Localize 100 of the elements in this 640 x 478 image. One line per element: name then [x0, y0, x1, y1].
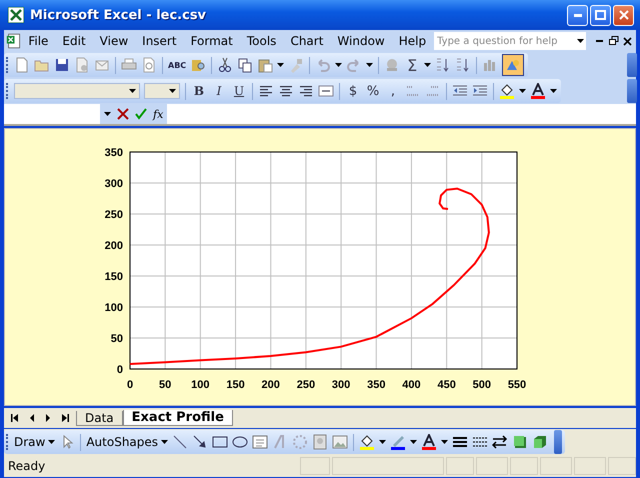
maximize-icon	[595, 10, 606, 20]
caret-icon[interactable]	[169, 89, 176, 93]
x-axis-label: 400	[402, 379, 421, 391]
caret-icon[interactable]	[335, 63, 342, 67]
status-text: Ready	[7, 459, 46, 473]
arrow-icon[interactable]	[192, 434, 208, 450]
cancel-icon[interactable]	[117, 108, 129, 120]
x-axis-label: 450	[437, 379, 456, 391]
align-center-icon[interactable]	[278, 83, 294, 99]
menu-item[interactable]: View	[92, 34, 136, 48]
fill-color-icon[interactable]	[359, 434, 376, 450]
italic-button[interactable]: I	[211, 84, 227, 98]
save-icon[interactable]	[54, 57, 70, 73]
x-axis-label: 500	[472, 379, 491, 391]
caret-icon[interactable]	[161, 440, 168, 444]
insert-function-button[interactable]: fx	[153, 108, 164, 120]
x-axis-label: 0	[126, 379, 134, 391]
excel-logo-icon	[8, 7, 24, 23]
caret-icon[interactable]	[519, 89, 526, 93]
research-icon[interactable]	[190, 57, 206, 73]
shadow-icon[interactable]	[512, 434, 528, 450]
caret-icon[interactable]	[48, 440, 56, 444]
sort-ascending-icon[interactable]	[435, 57, 452, 73]
caret-icon[interactable]	[366, 63, 374, 67]
status-panel	[446, 457, 474, 475]
caret-icon[interactable]	[379, 440, 386, 444]
rectangle-icon[interactable]	[212, 434, 228, 450]
drawing-icon[interactable]	[505, 57, 522, 73]
caret-icon[interactable]	[424, 63, 432, 67]
percent-button[interactable]: %	[365, 84, 381, 98]
sheet-tab[interactable]: Data	[76, 410, 123, 426]
first-sheet-icon[interactable]	[10, 414, 20, 422]
new-file-icon[interactable]	[14, 57, 30, 73]
caret-icon[interactable]	[129, 89, 136, 93]
line-style-icon[interactable]	[452, 434, 468, 450]
oval-icon[interactable]	[232, 434, 248, 450]
window-title: Microsoft Excel - lec.csv	[30, 8, 206, 22]
3d-icon[interactable]	[532, 434, 548, 450]
caret-icon[interactable]	[277, 63, 284, 67]
caret-icon[interactable]	[576, 39, 584, 43]
status-panel	[540, 457, 572, 475]
font-size-dropdown[interactable]	[144, 83, 180, 99]
y-axis-label: 200	[104, 240, 123, 252]
menu-item[interactable]: Format	[184, 34, 240, 48]
font-color-icon[interactable]	[530, 83, 546, 99]
text-box-icon[interactable]	[252, 434, 268, 450]
close-button[interactable]	[613, 4, 634, 26]
status-panel	[300, 457, 330, 475]
fill-color-icon[interactable]	[499, 83, 515, 99]
picture-icon[interactable]	[332, 434, 348, 450]
caret-icon[interactable]	[550, 89, 557, 93]
minimize-icon	[596, 40, 604, 42]
checkmark-icon[interactable]	[135, 108, 147, 120]
previous-sheet-icon[interactable]	[28, 414, 36, 422]
print-preview-icon[interactable]	[141, 57, 157, 73]
line-color-icon[interactable]	[390, 434, 406, 450]
sort-descending-icon[interactable]	[455, 57, 472, 73]
x-axis-label: 300	[332, 379, 350, 391]
menu-item[interactable]: Insert	[135, 34, 184, 48]
paste-icon[interactable]	[257, 57, 274, 73]
menu-item[interactable]: Chart	[283, 34, 330, 48]
y-axis-label: 150	[104, 271, 123, 283]
font-color-icon[interactable]	[421, 434, 438, 450]
spelling-button[interactable]: ABC	[168, 60, 186, 70]
next-sheet-icon[interactable]	[44, 414, 52, 422]
copy-icon[interactable]	[237, 57, 254, 73]
comma-style-button[interactable]: ,	[385, 84, 401, 98]
y-axis-label: 300	[104, 178, 123, 190]
y-axis-label: 0	[116, 364, 123, 376]
menu-item[interactable]: Help	[392, 34, 434, 48]
caret-icon[interactable]	[410, 440, 418, 444]
minimize-button[interactable]	[567, 4, 588, 26]
x-axis-label: 250	[296, 379, 316, 391]
last-sheet-icon[interactable]	[60, 414, 70, 422]
caret-icon[interactable]	[104, 112, 111, 116]
arrow-style-icon[interactable]	[492, 434, 508, 450]
merge-and-center-icon[interactable]	[318, 83, 334, 99]
align-left-icon[interactable]	[258, 83, 274, 99]
caret-icon[interactable]	[441, 440, 448, 444]
autoshapes-menu-button[interactable]: AutoShapes	[86, 435, 168, 449]
close-icon	[618, 10, 628, 20]
sheet-tab[interactable]: Exact Profile	[122, 410, 233, 426]
line-icon[interactable]	[172, 434, 188, 450]
toolbar-options-icon[interactable]	[554, 430, 562, 454]
x-axis-label: 150	[226, 379, 245, 391]
currency-button[interactable]: $	[345, 84, 361, 98]
autosum-button[interactable]: Σ	[404, 56, 420, 74]
align-right-icon[interactable]	[298, 83, 314, 99]
menu-item[interactable]: Tools	[240, 34, 284, 48]
clip-art-icon[interactable]	[312, 434, 328, 450]
underline-button[interactable]: U	[231, 84, 247, 98]
menu-item[interactable]: File	[21, 34, 56, 48]
scissors-icon[interactable]	[217, 57, 234, 73]
menu-item[interactable]: Edit	[55, 34, 93, 48]
draw-menu-button[interactable]: Draw	[14, 435, 56, 449]
maximize-button[interactable]	[590, 4, 611, 26]
help-search-field[interactable]: Type a question for help	[433, 31, 588, 51]
bold-button[interactable]: B	[191, 84, 207, 98]
menu-item[interactable]: Window	[330, 34, 392, 48]
worksheet-icon[interactable]	[6, 32, 22, 50]
